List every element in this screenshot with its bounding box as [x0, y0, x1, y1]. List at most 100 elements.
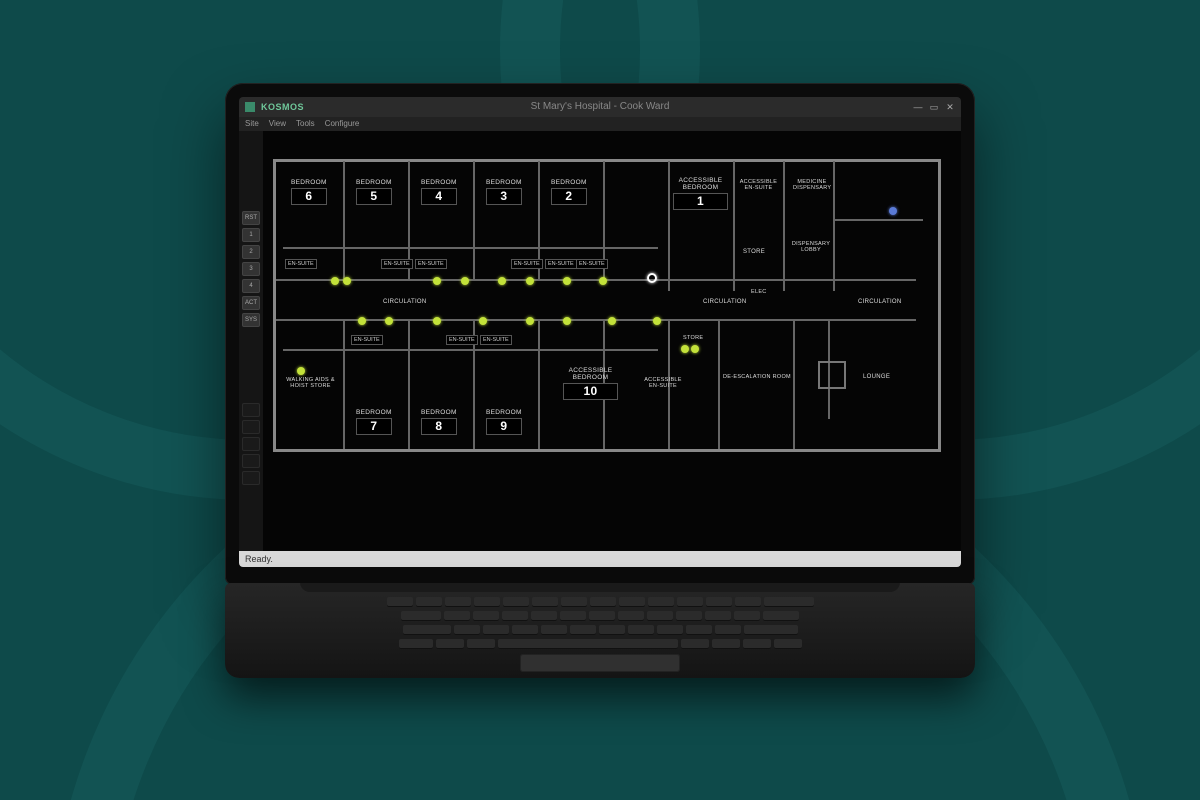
menu-view[interactable]: View: [269, 119, 286, 128]
tool-4[interactable]: 4: [242, 279, 260, 293]
ensuite-label: EN-SUITE: [576, 259, 608, 269]
sensor-dot[interactable]: [526, 317, 534, 325]
sensor-dot[interactable]: [331, 277, 339, 285]
maximize-button[interactable]: ▭: [929, 102, 939, 112]
wall: [273, 159, 276, 449]
room-bedroom-8: BEDROOM8: [421, 409, 457, 435]
tool-blank[interactable]: [242, 454, 260, 468]
sensor-dot[interactable]: [653, 317, 661, 325]
floorplan: BEDROOM6 BEDROOM5 BEDROOM4 BEDROOM3 BEDR…: [273, 149, 941, 521]
tool-rst[interactable]: RST: [242, 211, 260, 225]
wall: [733, 161, 735, 291]
sensor-dot[interactable]: [608, 317, 616, 325]
tool-2[interactable]: 2: [242, 245, 260, 259]
lounge-furniture-icon: [818, 361, 846, 389]
label-circulation: CIRCULATION: [383, 299, 427, 306]
close-button[interactable]: ✕: [945, 102, 955, 112]
room-bedroom-3: BEDROOM3: [486, 179, 522, 205]
sensor-dot[interactable]: [433, 317, 441, 325]
app-body: RST 1 2 3 4 ACT SYS: [239, 131, 961, 551]
menu-configure[interactable]: Configure: [325, 119, 360, 128]
ensuite-label: EN-SUITE: [285, 259, 317, 269]
laptop-mockup: KOSMOS St Mary's Hospital - Cook Ward — …: [225, 83, 975, 678]
room-deescalation: DE-ESCALATION ROOM: [723, 374, 791, 380]
sensor-alert[interactable]: [647, 273, 657, 283]
keyboard-row: [225, 625, 975, 635]
room-bedroom-2: BEDROOM2: [551, 179, 587, 205]
room-accessible-ensuite: ACCESSIBLE EN-SUITE: [643, 377, 683, 389]
wall: [791, 449, 941, 452]
label-circulation: CIRCULATION: [703, 299, 747, 306]
tool-sys[interactable]: SYS: [242, 313, 260, 327]
wall: [833, 161, 835, 291]
room-bedroom-7: BEDROOM7: [356, 409, 392, 435]
ensuite-label: EN-SUITE: [351, 335, 383, 345]
menu-tools[interactable]: Tools: [296, 119, 315, 128]
floorplan-canvas[interactable]: BEDROOM6 BEDROOM5 BEDROOM4 BEDROOM3 BEDR…: [263, 131, 961, 551]
tool-blank[interactable]: [242, 403, 260, 417]
titlebar: KOSMOS St Mary's Hospital - Cook Ward — …: [239, 97, 961, 117]
wall: [283, 349, 658, 351]
room-bedroom-5: BEDROOM5: [356, 179, 392, 205]
room-lounge: LOUNGE: [863, 374, 890, 381]
ensuite-label: EN-SUITE: [511, 259, 543, 269]
room-store-2: STORE: [683, 335, 703, 341]
tool-1[interactable]: 1: [242, 228, 260, 242]
statusbar: Ready.: [239, 551, 961, 567]
wall: [668, 161, 670, 291]
wall: [283, 247, 658, 249]
tool-blank[interactable]: [242, 471, 260, 485]
room-accessible-bedroom-10: ACCESSIBLE BEDROOM10: [563, 367, 618, 400]
sensor-dot[interactable]: [461, 277, 469, 285]
wall: [276, 279, 916, 281]
sensor-dot[interactable]: [681, 345, 689, 353]
sensor-blue[interactable]: [889, 207, 897, 215]
minimize-button[interactable]: —: [913, 102, 923, 112]
left-toolbar: RST 1 2 3 4 ACT SYS: [239, 131, 263, 551]
wall: [938, 159, 941, 449]
ensuite-label: EN-SUITE: [381, 259, 413, 269]
sensor-dot[interactable]: [343, 277, 351, 285]
wall: [408, 319, 410, 449]
sensor-dot[interactable]: [563, 277, 571, 285]
wall: [276, 319, 916, 321]
wall: [833, 219, 923, 221]
sensor-dot[interactable]: [526, 277, 534, 285]
room-bedroom-9: BEDROOM9: [486, 409, 522, 435]
keyboard-row: [225, 611, 975, 621]
sensor-dot[interactable]: [385, 317, 393, 325]
room-dispensary-lobby: DISPENSARY LOBBY: [791, 241, 831, 253]
sensor-dot[interactable]: [297, 367, 305, 375]
menu-site[interactable]: Site: [245, 119, 259, 128]
wall: [473, 161, 475, 279]
wall: [793, 319, 795, 449]
room-store: STORE: [743, 249, 765, 256]
tool-blank[interactable]: [242, 420, 260, 434]
wall: [783, 161, 785, 291]
keyboard-row: [225, 597, 975, 607]
room-bedroom-6: BEDROOM6: [291, 179, 327, 205]
tool-act[interactable]: ACT: [242, 296, 260, 310]
ensuite-label: EN-SUITE: [415, 259, 447, 269]
sensor-dot[interactable]: [691, 345, 699, 353]
trackpad: [520, 654, 680, 672]
app-window: KOSMOS St Mary's Hospital - Cook Ward — …: [239, 97, 961, 567]
keyboard-row: [225, 639, 975, 649]
ensuite-label: EN-SUITE: [545, 259, 577, 269]
wall: [343, 161, 345, 279]
room-elec: ELEC: [751, 289, 767, 295]
sensor-dot[interactable]: [358, 317, 366, 325]
status-text: Ready.: [245, 554, 273, 564]
label-circulation: CIRCULATION: [858, 299, 902, 306]
tool-3[interactable]: 3: [242, 262, 260, 276]
sensor-dot[interactable]: [563, 317, 571, 325]
keyboard-deck: [225, 583, 975, 678]
tool-blank[interactable]: [242, 437, 260, 451]
room-bedroom-4: BEDROOM4: [421, 179, 457, 205]
sensor-dot[interactable]: [599, 277, 607, 285]
room-accessible-bedroom-1: ACCESSIBLE BEDROOM1: [673, 177, 728, 210]
sensor-dot[interactable]: [433, 277, 441, 285]
sensor-dot[interactable]: [479, 317, 487, 325]
sensor-dot[interactable]: [498, 277, 506, 285]
wall: [538, 319, 540, 449]
